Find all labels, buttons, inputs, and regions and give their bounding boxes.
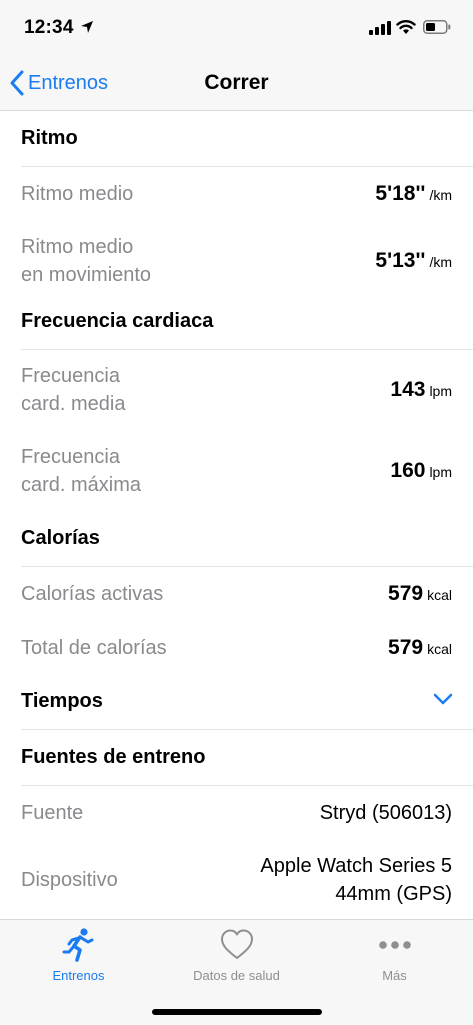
active-calories-number: 579	[388, 582, 424, 605]
chevron-down-icon	[433, 693, 453, 705]
device-value: Apple Watch Series 5 44mm (GPS)	[260, 852, 452, 908]
row-avg-pace: Ritmo medio 5'18''/km	[21, 167, 452, 221]
active-calories-label: Calorías activas	[21, 583, 164, 605]
device-value-line2: 44mm (GPS)	[335, 883, 452, 905]
source-label: Fuente	[21, 802, 84, 824]
status-bar: 12:34	[0, 0, 473, 56]
max-heart-rate-label: Frecuencia card. máxima	[21, 443, 141, 499]
chevron-left-icon	[10, 70, 24, 96]
tab-workouts-label: Entrenos	[52, 968, 105, 983]
section-header-calories: Calorías	[21, 511, 473, 567]
device-label: Dispositivo	[21, 869, 118, 891]
total-calories-label: Total de calorías	[21, 637, 167, 659]
running-figure-icon	[62, 928, 93, 962]
battery-icon	[423, 20, 451, 34]
total-calories-value: 579 kcal	[388, 636, 452, 660]
back-label: Entrenos	[28, 71, 109, 94]
workout-details-list[interactable]: Ritmo Ritmo medio 5'18''/km Ritmo medio …	[0, 111, 473, 919]
moving-pace-unit: /km	[429, 254, 452, 270]
row-avg-heart-rate: Frecuencia card. media 143 lpm	[21, 350, 452, 430]
tab-more-label: Más	[382, 968, 407, 983]
row-source: Fuente Stryd (506013)	[21, 786, 452, 840]
splits-title: Tiempos	[21, 690, 103, 712]
row-device: Dispositivo Apple Watch Series 5 44mm (G…	[21, 840, 452, 919]
section-header-ritmo: Ritmo	[21, 111, 473, 167]
source-value: Stryd (506013)	[319, 802, 452, 824]
tab-more[interactable]: Más	[316, 927, 473, 983]
device-value-line1: Apple Watch Series 5	[260, 855, 452, 877]
tab-workouts[interactable]: Entrenos	[0, 927, 157, 983]
active-calories-unit: kcal	[427, 587, 452, 603]
max-heart-rate-unit: lpm	[429, 464, 452, 480]
row-max-heart-rate: Frecuencia card. máxima 160 lpm	[21, 431, 452, 511]
avg-pace-unit: /km	[429, 187, 452, 203]
tab-health-data-label: Datos de salud	[193, 968, 280, 983]
total-calories-number: 579	[388, 636, 424, 659]
section-header-heart-rate: Frecuencia cardiaca	[21, 294, 473, 350]
row-moving-pace: Ritmo medio en movimiento 5'13''/km	[21, 221, 452, 301]
moving-pace-number: 5'13''	[375, 249, 426, 272]
status-time: 12:34	[24, 17, 74, 38]
avg-heart-rate-label-line2: card. media	[21, 393, 126, 415]
tab-health-data[interactable]: Datos de salud	[158, 927, 315, 983]
moving-pace-value: 5'13''/km	[375, 249, 452, 273]
location-arrow-icon	[81, 21, 93, 33]
cellular-signal-icon	[369, 21, 391, 35]
moving-pace-label: Ritmo medio en movimiento	[21, 233, 151, 289]
row-active-calories: Calorías activas 579 kcal	[21, 567, 452, 621]
max-heart-rate-number: 160	[390, 459, 426, 482]
avg-pace-label: Ritmo medio	[21, 183, 134, 205]
active-calories-value: 579 kcal	[388, 582, 452, 606]
moving-pace-label-line1: Ritmo medio	[21, 236, 134, 258]
avg-heart-rate-label: Frecuencia card. media	[21, 362, 126, 418]
avg-heart-rate-number: 143	[390, 378, 426, 401]
avg-pace-number: 5'18''	[375, 182, 426, 205]
avg-heart-rate-value: 143 lpm	[390, 378, 452, 402]
avg-pace-value: 5'18''/km	[375, 182, 452, 206]
heart-icon	[220, 929, 253, 959]
row-total-calories: Total de calorías 579 kcal	[21, 621, 452, 675]
more-dots-icon	[378, 941, 411, 949]
max-heart-rate-label-line2: card. máxima	[21, 474, 142, 496]
max-heart-rate-label-line1: Frecuencia	[21, 446, 120, 468]
avg-heart-rate-label-line1: Frecuencia	[21, 365, 120, 387]
max-heart-rate-value: 160 lpm	[390, 459, 452, 483]
total-calories-unit: kcal	[427, 641, 452, 657]
back-button[interactable]: Entrenos	[10, 67, 108, 99]
avg-heart-rate-unit: lpm	[429, 383, 452, 399]
section-header-splits-toggle[interactable]: Tiempos	[21, 674, 473, 730]
section-header-workout-sources: Fuentes de entreno	[21, 730, 473, 786]
navigation-bar: Entrenos Correr	[0, 56, 473, 111]
moving-pace-label-line2: en movimiento	[21, 264, 152, 286]
wifi-icon	[396, 20, 416, 34]
home-indicator[interactable]	[152, 1009, 322, 1015]
